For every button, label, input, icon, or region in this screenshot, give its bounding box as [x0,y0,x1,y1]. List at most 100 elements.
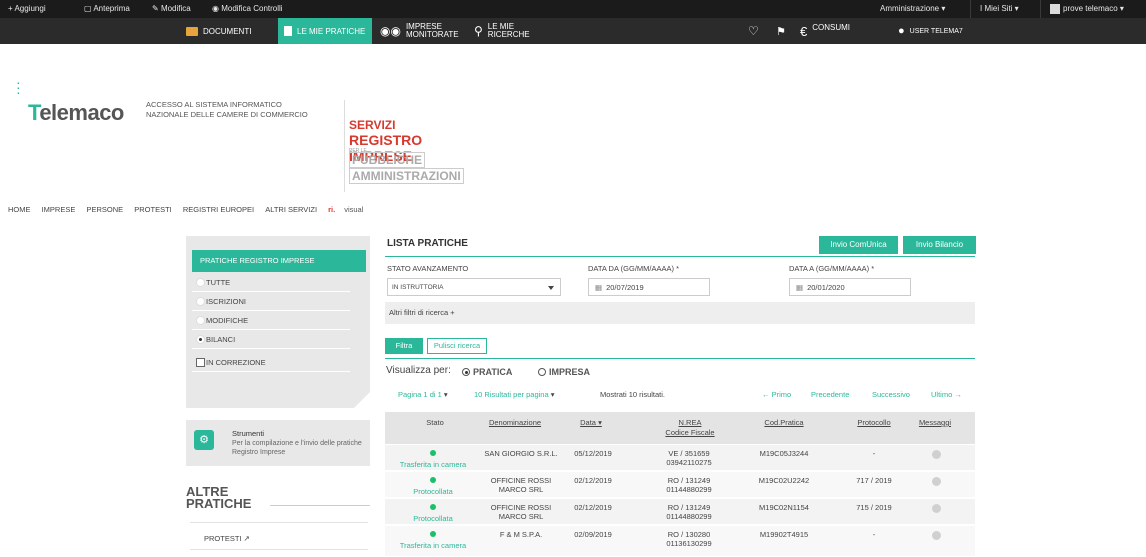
checkbox[interactable] [196,358,205,367]
next-page-link[interactable]: Successivo [872,390,910,399]
table-row[interactable]: Trasferita in camera F & M S.P.A. 02/09/… [385,526,975,557]
status-label[interactable]: Protocollata [389,514,477,523]
strumenti-box[interactable]: ⚙ Strumenti Per la compilazione e l'invi… [186,420,370,466]
telemaco-logo[interactable]: Telemaco [28,100,124,126]
menu-imprese[interactable]: IMPRESE [42,205,76,214]
status-dot-icon [430,531,436,537]
divider [190,549,368,550]
edit-controls-button[interactable]: ◉ Modifica Controlli [212,0,283,18]
flag-icon[interactable]: ⚑ [776,18,790,44]
section-menu: HOME IMPRESE PERSONE PROTESTI REGISTRI E… [8,205,372,214]
stato-select[interactable]: IN ISTRUTTORIA [387,278,561,296]
data-da-field[interactable]: ▦ 20/07/2019 [588,278,710,296]
results-per-page-select[interactable]: 10 Risultati per pagina ▾ [474,390,555,399]
avatar [1050,3,1060,14]
altre-pratiche-heading: ALTRE PRATICHE [186,484,252,511]
search-icon: ⚲ [474,24,483,38]
filter-iscrizioni[interactable]: ISCRIZIONI [192,293,350,311]
pulisci-ricerca-button[interactable]: Pulisci ricerca [427,338,487,354]
filter-tutte[interactable]: TUTTE [192,274,350,292]
divider [385,256,975,257]
table-row[interactable]: Protocollata OFFICINE ROSSI MARCO SRL 02/… [385,472,975,498]
administration-menu[interactable]: Amministrazione ▾ [880,0,945,18]
cod-pratica-cell: M19902T4915 [759,530,809,539]
protocollo-cell: 715 / 2019 [856,503,892,512]
menu-rivisual[interactable]: ri. visual [328,205,363,214]
message-icon[interactable] [932,531,941,540]
nav-user[interactable]: ● USER TELEMA7 [898,18,988,44]
menu-protesti[interactable]: PROTESTI [134,205,172,214]
label-data-a: DATA A (GG/MM/AAAA) * [789,264,875,273]
message-icon[interactable] [932,504,941,513]
invio-bilancio-button[interactable]: Invio Bilancio [903,236,976,254]
col-data[interactable]: Data ▾ [571,418,611,428]
message-icon[interactable] [932,450,941,459]
denominazione-cell: OFFICINE ROSSI MARCO SRL [490,476,552,494]
main-nav: DOCUMENTI LE MIE PRATICHE ◉◉ IMPRESE MONI… [0,18,1146,44]
filter-bilanci[interactable]: BILANCI [192,331,350,349]
status-label[interactable]: Protocollata [389,487,477,496]
data-cell: 02/09/2019 [574,530,612,539]
previous-page-link[interactable]: Precedente [811,390,849,399]
eye-icon: ◉ [212,4,219,13]
status-dot-icon [430,477,436,483]
denominazione-cell: F & M S.P.A. [499,530,543,539]
nav-documenti[interactable]: DOCUMENTI [180,18,276,44]
col-denominazione[interactable]: Denominazione [481,418,549,428]
my-sites-menu[interactable]: I Miei Siti ▾ [980,0,1019,18]
filter-in-correzione[interactable]: IN CORREZIONE [192,354,350,372]
invio-comunica-button[interactable]: Invio ComUnica [819,236,898,254]
admin-bar: + Aggiungi ▢ Anteprima ✎ Modifica ◉ Modi… [0,0,1146,18]
bell-icon[interactable]: ♡ [748,18,762,44]
cod-pratica-cell: M19C02N1154 [759,503,809,512]
divider [970,0,971,18]
nrea-cell: RO / 131249 01144880299 [666,476,712,494]
status-label[interactable]: Trasferita in camera [389,541,477,550]
edit-button[interactable]: ✎ Modifica [152,0,191,18]
menu-registri-europei[interactable]: REGISTRI EUROPEI [183,205,254,214]
filtra-button[interactable]: Filtra [385,338,423,354]
first-page-link[interactable]: ← Primo [762,390,791,399]
data-cell: 05/12/2019 [574,449,612,458]
status-label[interactable]: Trasferita in camera [389,460,477,469]
label-data-da: DATA DA (GG/MM/AAAA) * [588,264,679,273]
table-row[interactable]: Protocollata OFFICINE ROSSI MARCO SRL 02/… [385,499,975,525]
nrea-cell: RO / 131249 01144880299 [666,503,712,521]
nav-le-mie-ricerche[interactable]: ⚲ LE MIE RICERCHE [474,18,544,44]
radio-selected-icon [196,335,205,344]
chevron-down-icon [548,286,554,290]
col-protocollo[interactable]: Protocollo [851,418,897,428]
nrea-cell: RO / 130280 01136130299 [666,530,712,548]
add-button[interactable]: + Aggiungi [8,0,46,18]
nav-consumi[interactable]: € CONSUMI [800,18,880,44]
preview-button[interactable]: ▢ Anteprima [84,0,130,18]
filter-modifiche[interactable]: MODIFICHE [192,312,350,330]
table-row[interactable]: Trasferita in camera SAN GIORGIO S.R.L. … [385,445,975,471]
col-cod-pratica[interactable]: Cod.Pratica [755,418,813,428]
altri-filtri-toggle[interactable]: Altri filtri di ricerca + [385,302,975,324]
radio-impresa[interactable]: IMPRESA [538,367,590,377]
results-count: Mostrati 10 risultati. [600,390,666,399]
page-title: LISTA PRATICHE [387,238,468,249]
nav-le-mie-pratiche[interactable]: LE MIE PRATICHE [278,18,372,44]
denominazione-cell: SAN GIORGIO S.R.L. [484,449,558,458]
menu-altri-servizi[interactable]: ALTRI SERVIZI [265,205,317,214]
external-link-icon: ↗ [243,534,250,543]
document-icon [284,26,292,36]
message-icon[interactable] [932,477,941,486]
data-a-field[interactable]: ▦ 20/01/2020 [789,278,911,296]
col-messaggi[interactable]: Messaggi [915,418,955,428]
page-select[interactable]: Pagina 1 di 1 ▾ [398,390,448,399]
last-page-link[interactable]: Ultimo → [931,390,962,399]
col-nrea[interactable]: N.REA Codice Fiscale [657,418,723,438]
radio-icon [196,297,205,306]
caret-down-icon: ▾ [550,390,555,399]
euro-icon: € [800,23,808,39]
link-protesti[interactable]: PROTESTI ↗ [204,534,250,543]
menu-persone[interactable]: PERSONE [86,205,123,214]
radio-pratica[interactable]: PRATICA [462,367,512,377]
radio-selected-icon [462,368,470,376]
nav-imprese-monitorate[interactable]: ◉◉ IMPRESE MONITORATE [380,18,466,44]
user-menu[interactable]: prove telemaco ▾ [1050,0,1124,18]
menu-home[interactable]: HOME [8,205,31,214]
